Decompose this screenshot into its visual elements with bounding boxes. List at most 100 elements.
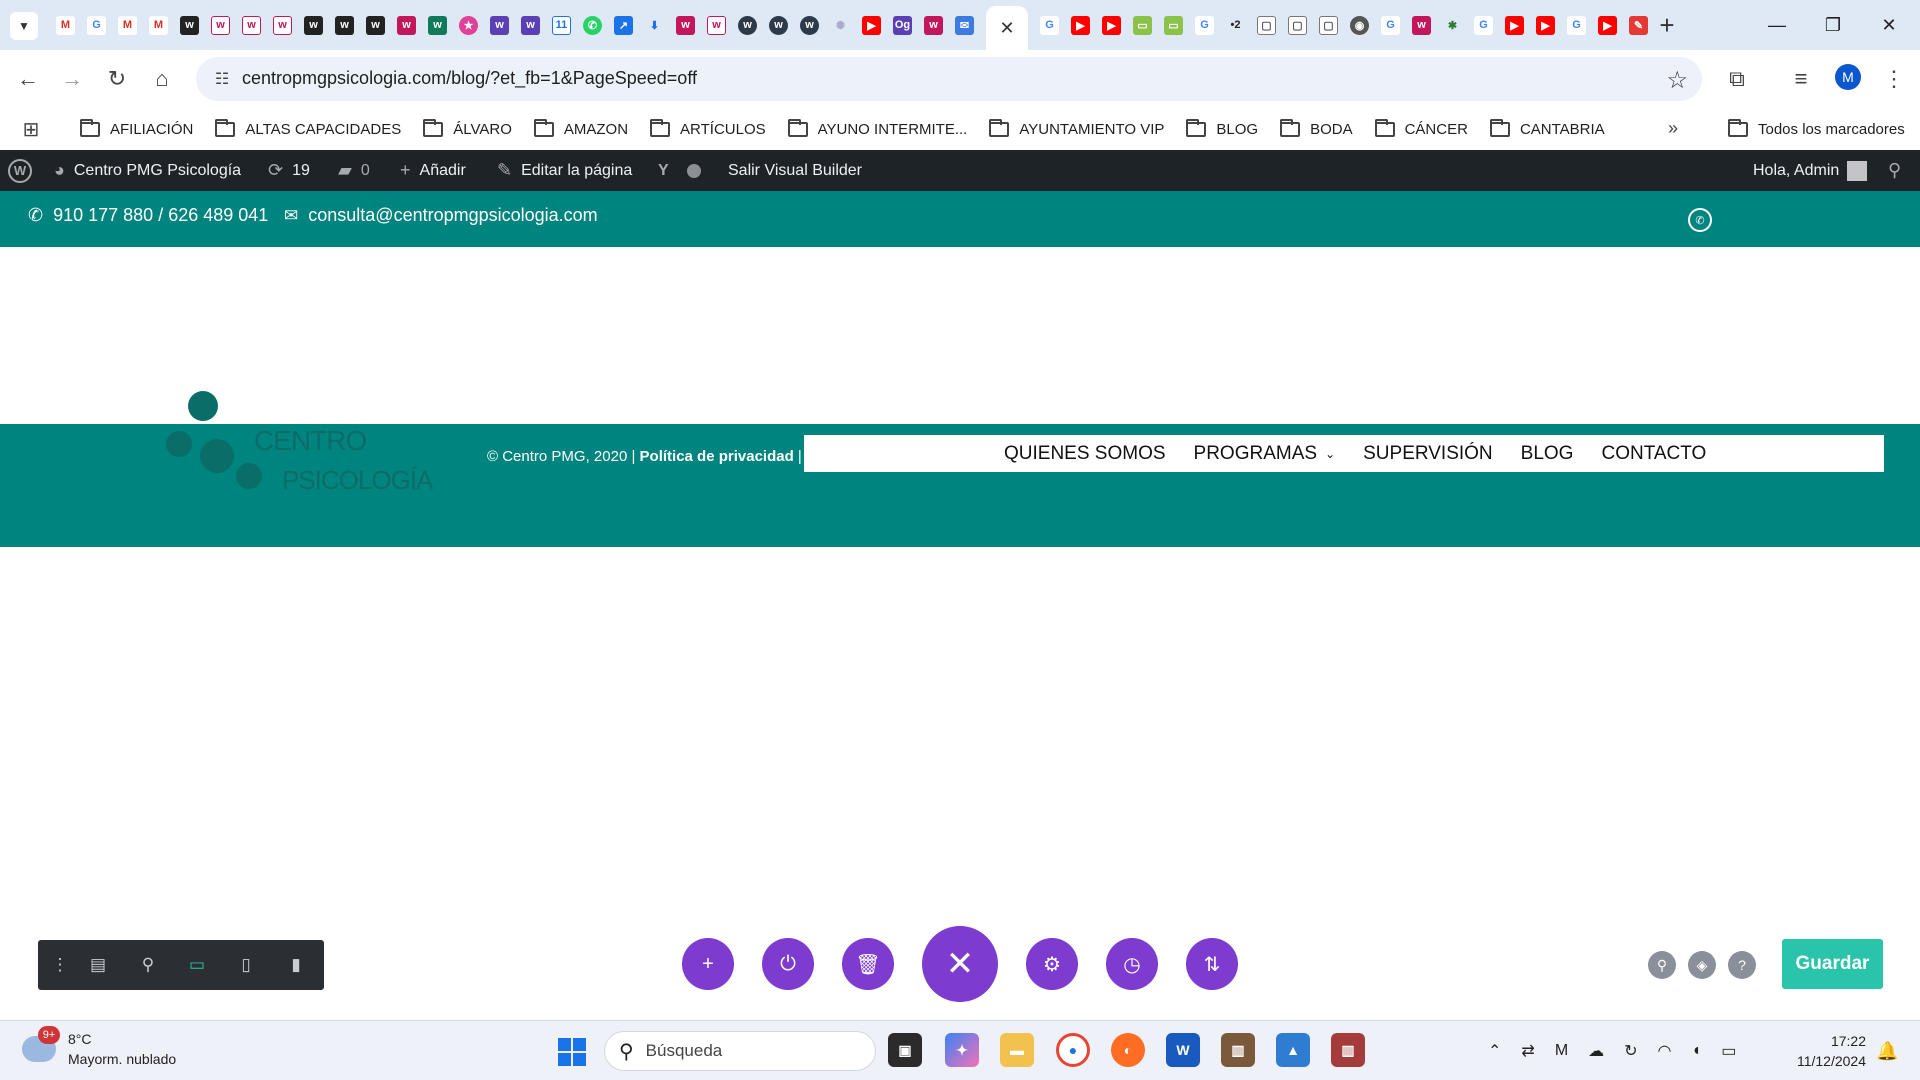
gmail-tab-icon[interactable]: M xyxy=(149,15,168,35)
chevron-up-icon[interactable]: ⌃ xyxy=(1488,1041,1501,1061)
site-info-icon[interactable]: ☷ xyxy=(210,67,234,91)
bookmark-folder[interactable]: AFILIACIÓN xyxy=(80,118,193,138)
whatsapp-tab-icon[interactable]: ✆ xyxy=(583,15,602,35)
google-tab-icon[interactable]: G xyxy=(1040,15,1059,35)
add-section-button[interactable]: + xyxy=(682,938,734,990)
desktop-view-icon[interactable]: ▭ xyxy=(185,953,209,977)
two-tab-icon[interactable]: •2 xyxy=(1226,15,1245,35)
whatsapp-icon[interactable]: ✆ xyxy=(1688,208,1712,232)
history-button[interactable]: ◷ xyxy=(1106,938,1158,990)
w-app-tab-icon[interactable]: w xyxy=(490,15,509,35)
task-view-icon[interactable]: ▣ xyxy=(888,1033,922,1067)
books-app-icon[interactable]: ▥ xyxy=(1221,1033,1255,1067)
bookmark-folder[interactable]: BLOG xyxy=(1186,118,1258,138)
gmail-tab-icon[interactable]: M xyxy=(56,15,75,35)
close-settings-button[interactable]: ✕ xyxy=(922,926,998,1002)
chrome-tab-icon[interactable]: ◉ xyxy=(1350,15,1369,35)
onedrive-icon[interactable]: ☁ xyxy=(1588,1041,1604,1061)
bookmark-folder[interactable]: CÁNCER xyxy=(1374,118,1468,138)
loading-tab-icon[interactable]: ✺ xyxy=(831,15,850,35)
w-app-tab-icon[interactable]: w xyxy=(707,15,726,35)
image-tab-icon[interactable]: ▢ xyxy=(1319,15,1338,35)
google-tab-icon[interactable]: G xyxy=(1195,15,1214,35)
asterisk-tab-icon[interactable]: ✱ xyxy=(1443,15,1462,35)
zoom-icon[interactable]: ⚲ xyxy=(136,953,160,977)
wp-search-icon[interactable]: ⚲ xyxy=(1888,150,1910,191)
wp-add-new[interactable]: + Añadir xyxy=(400,150,466,191)
w-app-tab-icon[interactable]: w xyxy=(1412,15,1431,35)
sync-icon[interactable]: ⇄ xyxy=(1521,1041,1534,1061)
taskbar-search[interactable]: ⚲ Búsqueda xyxy=(604,1031,876,1071)
close-window-button[interactable]: ✕ xyxy=(1866,8,1912,42)
w-app-tab-icon[interactable]: w xyxy=(676,15,695,35)
wp-site-menu[interactable]: ◕ Centro PMG Psicología xyxy=(54,150,241,191)
youtube-tab-icon[interactable]: ▶ xyxy=(1505,15,1524,35)
w-app-tab-icon[interactable]: w xyxy=(211,15,230,35)
save-button[interactable]: Guardar xyxy=(1782,939,1883,989)
firefox-icon[interactable]: ◐ xyxy=(1111,1033,1145,1067)
all-bookmarks-folder[interactable]: Todos los marcadores xyxy=(1728,108,1905,150)
media-control-icon[interactable]: ≡ xyxy=(1785,63,1817,95)
wireframe-view-icon[interactable]: ▤ xyxy=(86,953,110,977)
w-app-tab-icon[interactable]: w xyxy=(769,15,788,35)
download-tab-icon[interactable]: ⬇ xyxy=(645,15,664,35)
more-bookmarks-button[interactable]: » xyxy=(1668,118,1678,139)
chat-app-tab-icon[interactable]: ✉ xyxy=(955,15,974,35)
youtube-tab-icon[interactable]: ▶ xyxy=(1536,15,1555,35)
more-options-icon[interactable]: ⋮ xyxy=(48,953,72,977)
active-tab[interactable]: ✕ xyxy=(986,6,1028,50)
w-app-tab-icon[interactable]: w xyxy=(304,15,323,35)
youtube-tab-icon[interactable]: ▶ xyxy=(862,15,881,35)
google-tab-icon[interactable]: G xyxy=(87,15,106,35)
bookmark-folder[interactable]: ARTÍCULOS xyxy=(650,118,766,138)
tab-search-button[interactable]: ▼ xyxy=(10,12,38,40)
find-replace-icon[interactable]: ⚲ xyxy=(1648,951,1676,979)
menu-item-blog[interactable]: BLOG xyxy=(1521,443,1574,465)
arrow-app-tab-icon[interactable]: ↗ xyxy=(614,15,633,35)
w-app-tab-icon[interactable]: w xyxy=(397,15,416,35)
wp-edit-page[interactable]: ✎ Editar la página xyxy=(497,150,632,191)
sheet-tab-icon[interactable]: ▭ xyxy=(1164,15,1183,35)
exit-visual-builder[interactable]: Salir Visual Builder xyxy=(728,150,862,191)
new-tab-button[interactable]: + xyxy=(1652,10,1682,40)
taskbar-clock[interactable]: 17:22 11/12/2024 xyxy=(1786,1031,1866,1071)
chrome-taskbar-icon[interactable]: ● xyxy=(1056,1033,1090,1067)
wp-updates[interactable]: ⟳ 19 xyxy=(268,150,310,191)
pdf-tab-icon[interactable]: ✎ xyxy=(1629,15,1648,35)
back-icon[interactable]: ← xyxy=(12,63,44,95)
wp-account-menu[interactable]: Hola, Admin xyxy=(1753,150,1868,191)
photos-icon[interactable]: ▲ xyxy=(1276,1033,1310,1067)
image-tab-icon[interactable]: ▢ xyxy=(1257,15,1276,35)
w-app-tab-icon[interactable]: w xyxy=(738,15,757,35)
copilot-icon[interactable]: ✦ xyxy=(945,1033,979,1067)
reload-icon[interactable]: ↻ xyxy=(101,63,133,95)
bookmark-folder[interactable]: AYUNO INTERMITE... xyxy=(787,118,967,138)
close-tab-icon[interactable]: ✕ xyxy=(999,18,1014,39)
menu-icon[interactable]: ⋮ xyxy=(1878,63,1910,95)
clear-layout-button[interactable]: 🗑 xyxy=(842,938,894,990)
w-app-tab-icon[interactable]: w xyxy=(924,15,943,35)
bookmark-folder[interactable]: BODA xyxy=(1280,118,1353,138)
address-bar[interactable]: ☷ centropmgpsicologia.com/blog/?et_fb=1&… xyxy=(196,57,1702,101)
bookmark-folder[interactable]: AYUNTAMIENTO VIP xyxy=(989,118,1164,138)
image-tab-icon[interactable]: ▢ xyxy=(1288,15,1307,35)
menu-item-programas[interactable]: PROGRAMAS ⌄ xyxy=(1194,443,1336,465)
bookmark-folder[interactable]: ALTAS CAPACIDADES xyxy=(215,118,401,138)
wordpress-logo-icon[interactable]: W xyxy=(8,150,32,191)
bookmark-star-icon[interactable]: ☆ xyxy=(1666,66,1688,95)
calendar-tab-icon[interactable]: 11 xyxy=(552,15,571,35)
library-app-icon[interactable]: ▥ xyxy=(1331,1033,1365,1067)
privacy-policy-link[interactable]: Política de privacidad xyxy=(640,448,794,465)
w-app-tab-icon[interactable]: w xyxy=(521,15,540,35)
w-app-tab-icon[interactable]: w xyxy=(273,15,292,35)
apps-grid-icon[interactable]: ⊞ xyxy=(20,118,42,141)
extensions-icon[interactable]: ⧉ xyxy=(1721,63,1753,95)
youtube-tab-icon[interactable]: ▶ xyxy=(1102,15,1121,35)
url-text[interactable]: centropmgpsicologia.com/blog/?et_fb=1&Pa… xyxy=(242,68,697,89)
word-icon[interactable]: W xyxy=(1166,1033,1200,1067)
bookmark-folder[interactable]: ÁLVARO xyxy=(423,118,512,138)
bookmark-folder[interactable]: AMAZON xyxy=(533,118,628,138)
w-app-tab-icon[interactable]: w xyxy=(335,15,354,35)
refresh-icon[interactable]: ↻ xyxy=(1624,1041,1637,1061)
battery-icon[interactable]: ▭ xyxy=(1721,1041,1736,1061)
